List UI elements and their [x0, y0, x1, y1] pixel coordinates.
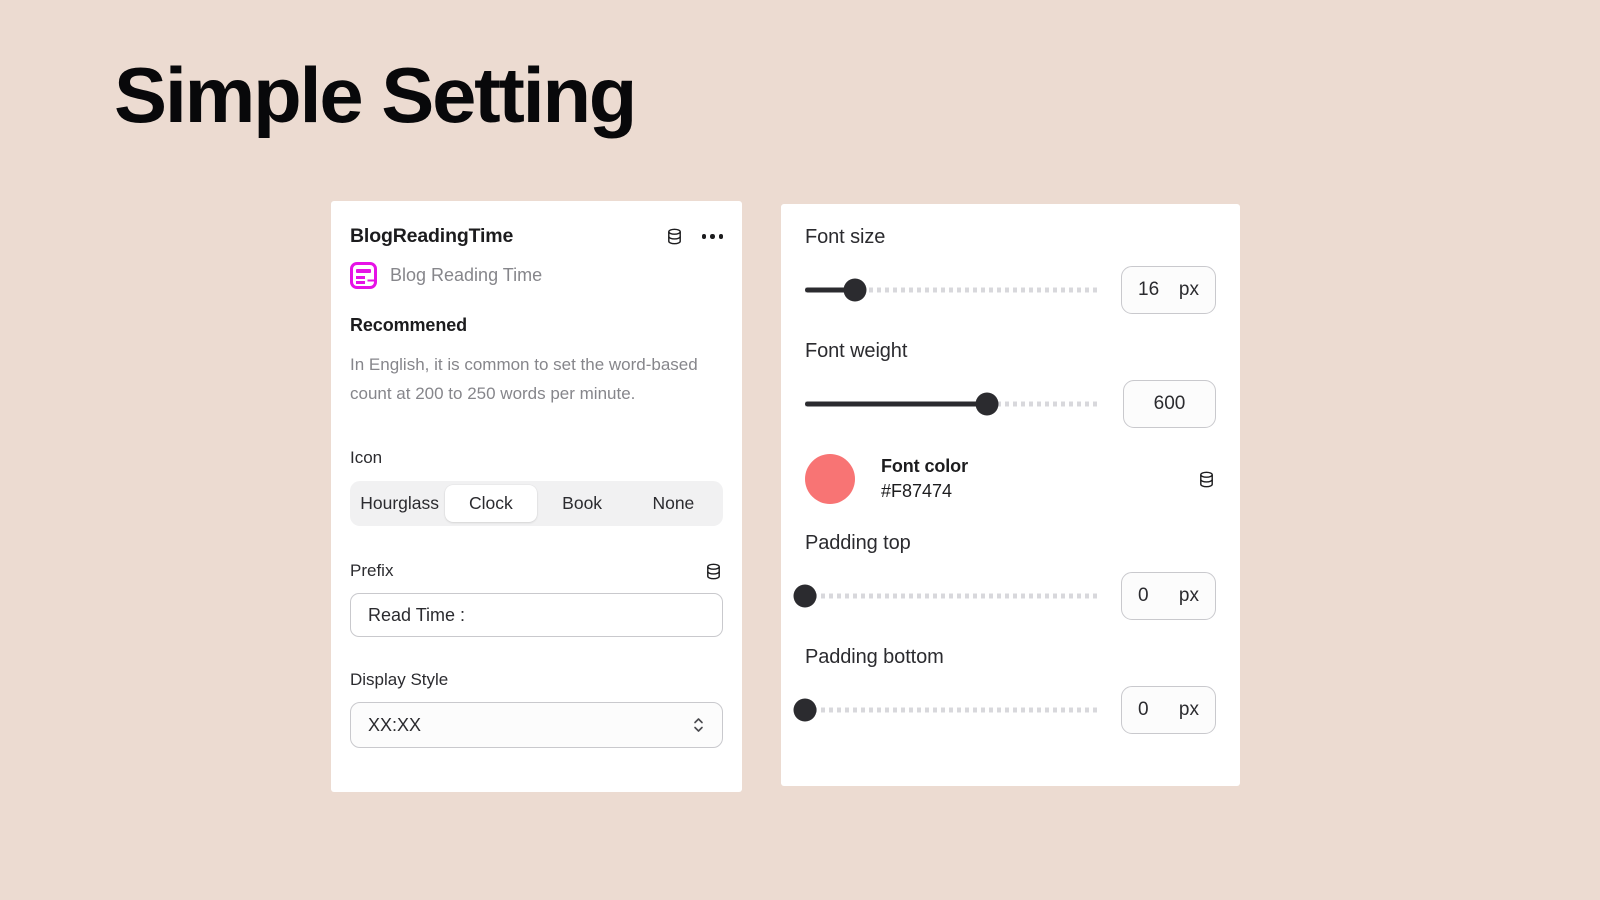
font-color-texts: Font color #F87474	[881, 456, 1197, 502]
display-style-label: Display Style	[350, 670, 449, 689]
settings-panel-right: Font size 16 px Font weight 600 Font col…	[781, 204, 1240, 786]
padding-bottom-number-field[interactable]: 0 px	[1121, 686, 1216, 734]
font-weight-slider-row: 600	[805, 380, 1216, 428]
padding-top-field: Padding top 0 px	[793, 532, 1216, 620]
database-icon[interactable]	[704, 562, 723, 581]
slider-thumb[interactable]	[793, 584, 817, 608]
more-options-icon[interactable]	[701, 230, 723, 243]
segment-hourglass[interactable]: Hourglass	[354, 485, 445, 522]
padding-bottom-slider-row: 0 px	[793, 686, 1216, 734]
block-subtitle: Blog Reading Time	[390, 265, 543, 285]
recommended-description: In English, it is common to set the word…	[350, 355, 698, 403]
padding-bottom-field: Padding bottom 0 px	[793, 646, 1216, 734]
font-size-unit: px	[1178, 279, 1199, 300]
left-panel-header: BlogReadingTime	[350, 225, 723, 248]
prefix-label-row: Prefix	[350, 561, 723, 581]
font-color-value: #F87474	[881, 481, 953, 501]
font-weight-number-field[interactable]: 600	[1123, 380, 1216, 428]
font-size-field: Font size 16 px	[805, 226, 1216, 314]
segment-book[interactable]: Book	[537, 485, 628, 522]
padding-bottom-slider[interactable]	[793, 698, 1097, 722]
font-size-slider[interactable]	[805, 278, 1097, 302]
font-weight-slider[interactable]	[805, 392, 1099, 416]
settings-panel-left: BlogReadingTime Blog Reading Time Recomm…	[331, 201, 742, 792]
blog-card-icon	[350, 262, 377, 289]
stepper-chevrons-icon[interactable]	[692, 714, 705, 736]
padding-top-value: 0	[1138, 585, 1149, 606]
font-weight-label: Font weight	[805, 340, 908, 362]
font-size-slider-row: 16 px	[805, 266, 1216, 314]
database-icon[interactable]	[665, 227, 684, 246]
recommended-heading: Recommened	[350, 315, 468, 335]
page-title: Simple Setting	[114, 51, 637, 139]
font-size-number-field[interactable]: 16 px	[1121, 266, 1216, 314]
slider-thumb[interactable]	[843, 278, 867, 302]
display-style-field: Display Style XX:XX	[350, 670, 723, 748]
padding-top-number-field[interactable]: 0 px	[1121, 572, 1216, 620]
icon-field-label: Icon	[350, 448, 383, 467]
icon-segmented-control[interactable]: Hourglass Clock Book None	[350, 481, 723, 526]
prefix-field-label: Prefix	[350, 561, 394, 580]
slider-thumb[interactable]	[975, 392, 999, 416]
display-style-select[interactable]: XX:XX	[350, 702, 723, 748]
font-weight-field: Font weight 600	[805, 340, 1216, 428]
prefix-input[interactable]	[350, 593, 723, 637]
slider-fill	[805, 401, 988, 407]
font-size-value: 16	[1138, 279, 1160, 300]
prefix-field: Prefix	[350, 561, 723, 637]
slider-thumb[interactable]	[793, 698, 817, 722]
display-style-value: XX:XX	[368, 714, 422, 735]
padding-top-slider[interactable]	[793, 584, 1097, 608]
app-identity-row: Blog Reading Time	[350, 262, 723, 289]
padding-bottom-unit: px	[1178, 699, 1199, 720]
database-icon[interactable]	[1197, 470, 1216, 489]
font-color-field: Font color #F87474	[805, 454, 1216, 504]
segment-none[interactable]: None	[628, 485, 719, 522]
slider-track	[805, 707, 1097, 713]
font-color-swatch[interactable]	[805, 454, 855, 504]
font-size-label: Font size	[805, 226, 886, 248]
font-color-label: Font color	[881, 456, 968, 476]
slider-track	[805, 593, 1097, 599]
padding-top-slider-row: 0 px	[793, 572, 1216, 620]
segment-clock[interactable]: Clock	[445, 485, 537, 522]
header-actions	[665, 227, 723, 246]
icon-field: Icon Hourglass Clock Book None	[350, 448, 723, 526]
font-weight-value: 600	[1153, 393, 1186, 414]
padding-top-label: Padding top	[805, 532, 911, 554]
padding-bottom-value: 0	[1138, 699, 1149, 720]
block-title: BlogReadingTime	[350, 225, 514, 247]
padding-bottom-label: Padding bottom	[805, 646, 944, 668]
padding-top-unit: px	[1178, 585, 1199, 606]
